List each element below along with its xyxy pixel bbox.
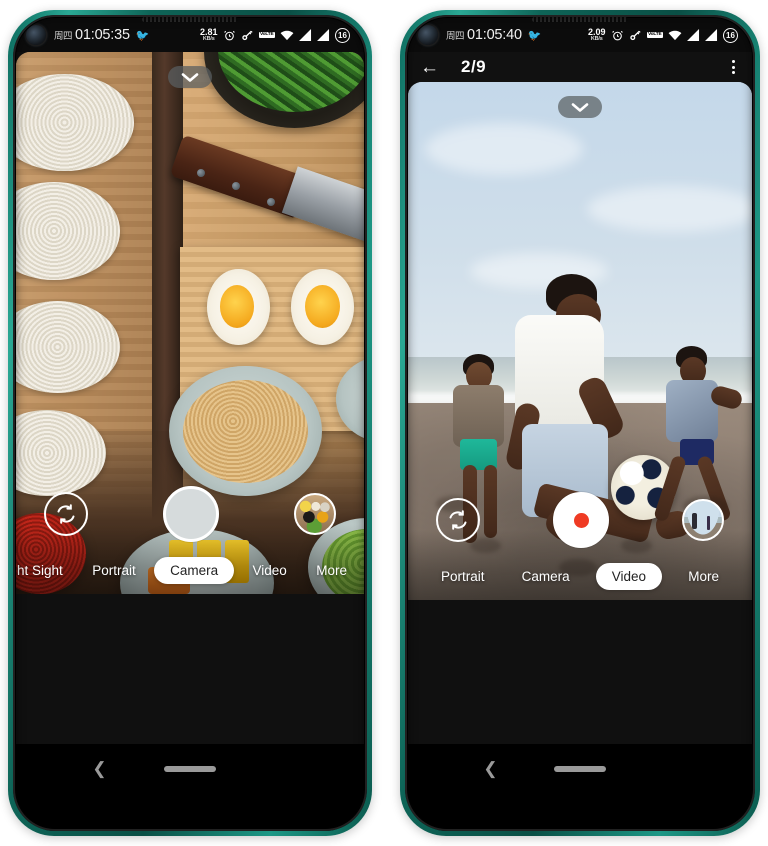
camera-mode-portrait[interactable]: Portrait [81,558,147,583]
camera-mode-camera[interactable]: Camera [511,564,581,589]
earpiece-speaker-icon-2 [532,17,628,22]
network-speed-unit-2: KB/s [590,35,603,42]
gallery-thumbnail-2[interactable] [682,499,724,541]
battery-icon-2: 16 [723,27,738,43]
gallery-thumbnail[interactable] [294,493,336,535]
network-speed-indicator: 2.81 KB/s [200,27,218,43]
chevron-down-icon-2[interactable] [558,96,602,118]
network-speed-unit: KB/s [202,35,215,42]
app-header: ← 2/9 [408,52,752,82]
nav-back-icon-2[interactable]: ❮ [483,760,497,777]
nav-home-indicator-2[interactable] [554,766,606,772]
camera-mode-strip-right: Portrait Camera Video More [408,563,752,590]
camera-flip-icon-2[interactable] [436,498,480,542]
back-arrow-icon[interactable]: ← [420,58,439,77]
phone-right-body: 周四 01:05:40 🐦 2.09 KB/s VoLTE 16 ← 2/9 P… [405,15,755,831]
camera-mode-camera[interactable]: Camera [154,557,235,584]
wifi-icon-2 [668,30,682,41]
chevron-down-icon[interactable] [168,66,212,88]
status-time-2: 01:05:40 [467,27,522,43]
camera-flip-icon[interactable] [44,492,88,536]
camera-mode-portrait[interactable]: Portrait [430,564,496,589]
navigation-bar-right: ❮ [408,744,752,828]
bird-icon: 🐦 [135,30,150,42]
page-counter-title: 2/9 [461,57,487,76]
signal-bars-icon [299,29,312,41]
shutter-button[interactable] [163,486,219,542]
record-dot-icon [573,512,589,528]
network-speed-indicator-2: 2.09 KB/s [588,27,606,43]
battery-icon: 16 [335,27,350,43]
signal-bars-icon-2 [317,29,330,41]
key-icon [241,29,254,42]
status-icons-right: 2.09 KB/s VoLTE 16 [588,27,738,43]
front-camera-icon [26,25,46,45]
camera-mode-more[interactable]: More [677,564,730,589]
phone-left: 周四 01:05:35 🐦 2.81 KB/s VoLTE 16 ht Sigh… [8,10,372,836]
status-bar-right: 周四 01:05:40 🐦 2.09 KB/s VoLTE 16 [408,18,752,52]
camera-controls-left [16,486,364,542]
status-day-of-week: 周四 [54,31,73,42]
camera-mode-ht-sight[interactable]: ht Sight [16,558,74,583]
bird-icon-2: 🐦 [527,30,542,42]
volte-icon: VoLTE [258,31,275,39]
wifi-icon [280,30,294,41]
navigation-bar-left: ❮ [16,744,364,828]
key-icon-2 [629,29,642,42]
status-clock-group-2: 周四 01:05:40 🐦 [446,27,542,43]
status-bar-left: 周四 01:05:35 🐦 2.81 KB/s VoLTE 16 [16,18,364,52]
status-clock-group: 周四 01:05:35 🐦 [54,27,150,43]
status-day-of-week-2: 周四 [446,31,465,42]
status-time: 01:05:35 [75,27,130,43]
signal-bars-icon-4 [705,29,718,41]
screenshot-stage: 周四 01:05:35 🐦 2.81 KB/s VoLTE 16 ht Sigh… [0,0,768,846]
phone-left-body: 周四 01:05:35 🐦 2.81 KB/s VoLTE 16 ht Sigh… [13,15,367,831]
record-button[interactable] [553,492,609,548]
earpiece-speaker-icon [142,17,238,22]
camera-mode-more[interactable]: More [305,558,358,583]
signal-bars-icon-3 [687,29,700,41]
camera-mode-video[interactable]: Video [595,563,663,590]
phone-right: 周四 01:05:40 🐦 2.09 KB/s VoLTE 16 ← 2/9 P… [400,10,760,836]
camera-mode-video[interactable]: Video [242,558,298,583]
camera-controls-right [408,492,752,548]
nav-back-icon[interactable]: ❮ [92,760,106,777]
phone-left-screen: 周四 01:05:35 🐦 2.81 KB/s VoLTE 16 ht Sigh… [16,18,364,828]
nav-home-indicator[interactable] [164,766,216,772]
overflow-menu-icon[interactable] [729,57,738,77]
camera-viewfinder-left[interactable]: ht Sight Portrait Camera Video More [16,52,364,594]
camera-viewfinder-right[interactable]: Portrait Camera Video More [408,82,752,600]
phone-right-screen: 周四 01:05:40 🐦 2.09 KB/s VoLTE 16 ← 2/9 P… [408,18,752,828]
alarm-clock-icon [223,29,236,42]
camera-mode-strip-left: ht Sight Portrait Camera Video More [16,557,364,584]
volte-icon-2: VoLTE [646,31,663,39]
alarm-clock-icon-2 [611,29,624,42]
front-camera-icon-2 [418,25,438,45]
status-icons-left: 2.81 KB/s VoLTE 16 [200,27,350,43]
